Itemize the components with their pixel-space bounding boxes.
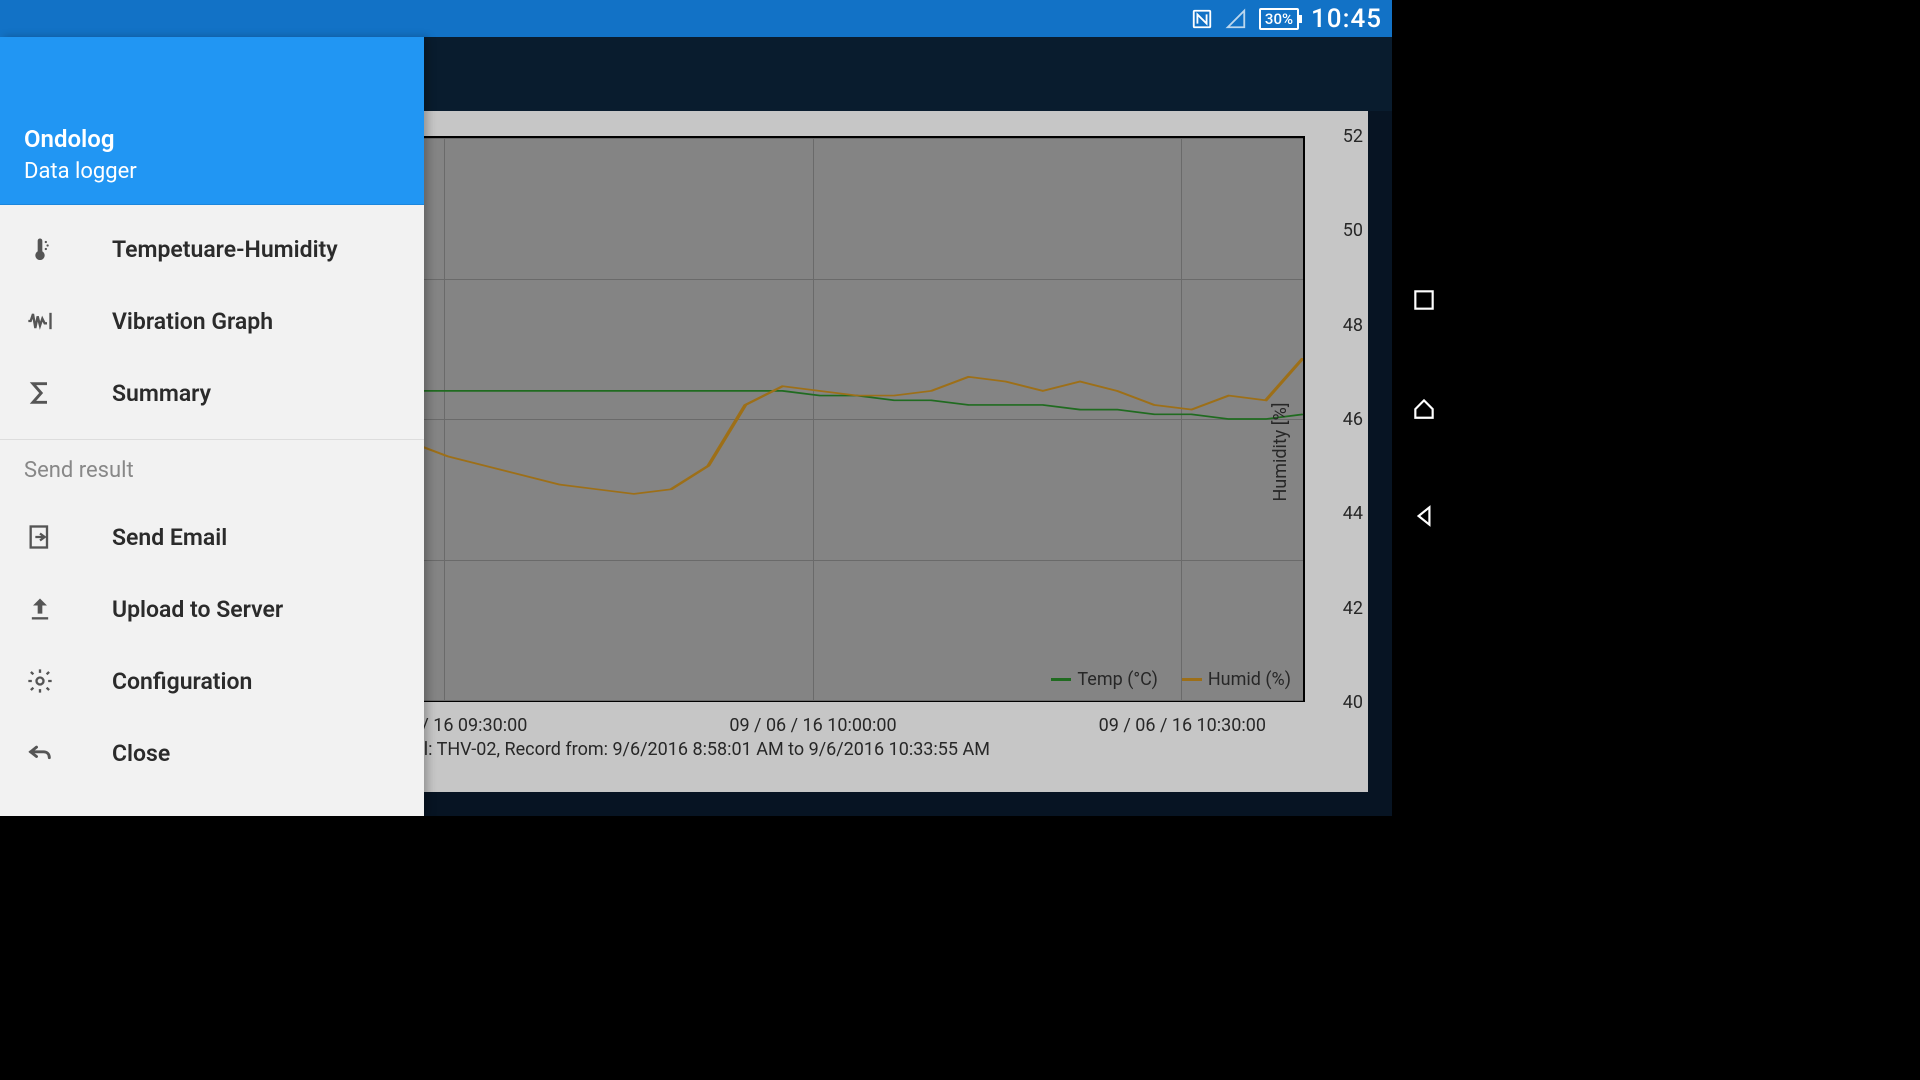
y-tick-label: 52 [1343,126,1363,147]
back-button[interactable] [1410,502,1438,530]
app-subtitle: Data logger [24,159,400,184]
drawer-item-summary[interactable]: Summary [0,357,424,429]
battery-indicator: 30% [1259,8,1299,30]
chart-caption: Model: THV-02, Record from: 9/6/2016 8:5… [378,739,990,760]
clock: 10:45 [1311,4,1382,34]
y-tick-label: 48 [1343,315,1363,336]
recent-apps-button[interactable] [1410,286,1438,314]
drawer-send-list: Send Email Upload to Server Configuration C… [0,493,424,789]
system-nav-bar [1392,0,1456,816]
y-tick-label: 42 [1343,598,1363,619]
x-tick-label: 09 / 06 / 16 10:00:00 [729,715,896,736]
app-title: Ondolog [24,125,400,153]
drawer-item-label: Upload to Server [112,596,283,623]
drawer-item-upload-to-server[interactable]: Upload to Server [0,573,424,645]
thermometer-icon [24,235,56,263]
drawer-item-tempetuare-humidity[interactable]: Tempetuare-Humidity [0,213,424,285]
drawer-item-label: Close [112,740,170,767]
signal-icon [1225,8,1247,30]
drawer-item-label: Send Email [112,524,227,551]
y-tick-label: 46 [1343,409,1363,430]
drawer-main-list: Tempetuare-Humidity Vibration Graph Summar… [0,205,424,429]
drawer-item-configuration[interactable]: Configuration [0,645,424,717]
legend-humid: Humid (%) [1182,669,1291,690]
nfc-icon [1191,8,1213,30]
y-tick-label: 44 [1343,503,1363,524]
legend-temp: Temp (°C) [1051,669,1157,690]
drawer-section-label: Send result [0,439,424,493]
drawer-item-vibration-graph[interactable]: Vibration Graph [0,285,424,357]
email-send-icon [24,523,56,551]
legend-temp-label: Temp (°C) [1077,669,1157,690]
y-tick-label: 50 [1343,220,1363,241]
y-tick-label: 40 [1343,692,1363,713]
home-button[interactable] [1410,394,1438,422]
drawer-item-label: Tempetuare-Humidity [112,236,338,263]
drawer-item-close[interactable]: Close [0,717,424,789]
device-screen: 30% 10:45 [0,0,1392,816]
drawer-item-label: Summary [112,380,211,407]
drawer-item-send-email[interactable]: Send Email [0,501,424,573]
x-tick-label: 09 / 06 / 16 10:30:00 [1099,715,1266,736]
waveform-icon [24,307,56,335]
gear-icon [24,667,56,695]
navigation-drawer: Ondolog Data logger Tempetuare-Humidity V… [0,37,424,816]
sigma-icon [24,379,56,407]
right-axis-title: Humidity [%] [1270,402,1291,501]
upload-icon [24,595,56,623]
legend-humid-label: Humid (%) [1208,669,1291,690]
chart-legend: Temp (°C) Humid (%) [1045,665,1297,694]
drawer-item-label: Configuration [112,668,252,695]
status-bar: 30% 10:45 [0,0,1392,37]
drawer-item-label: Vibration Graph [112,308,273,335]
drawer-header: Ondolog Data logger [0,37,424,205]
back-icon [24,739,56,767]
